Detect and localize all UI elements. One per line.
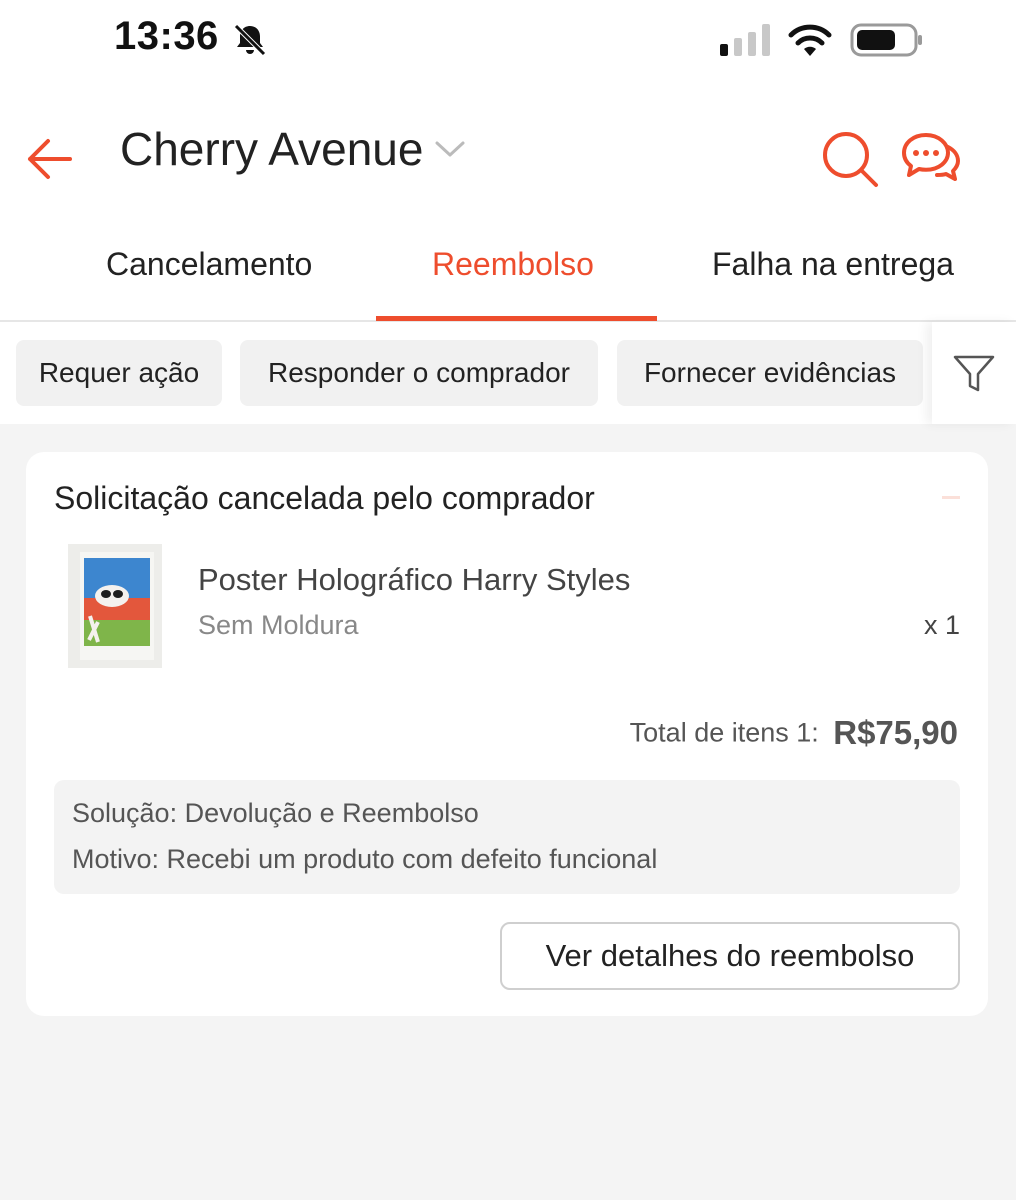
- total-value: R$75,90: [833, 714, 958, 751]
- bell-slash-icon: [234, 24, 266, 56]
- status-bar: 13:36: [0, 0, 1016, 84]
- tab-cancelamento[interactable]: Cancelamento: [106, 246, 312, 283]
- product-quantity: x 1: [923, 610, 960, 640]
- product-thumbnail[interactable]: [68, 544, 162, 668]
- shop-title[interactable]: Cherry Avenue: [120, 122, 423, 176]
- refund-info-box: Solução: Devolução e Reembolso Motivo: R…: [54, 780, 960, 894]
- wifi-icon: [788, 24, 832, 56]
- return-request-card: Solicitação cancelada pelo comprador Pos…: [26, 452, 988, 1016]
- filter-chip-responder-comprador[interactable]: Responder o comprador: [240, 340, 598, 406]
- signal-icon: [720, 24, 770, 56]
- tab-falha-na-entrega[interactable]: Falha na entrega: [712, 246, 954, 283]
- active-tab-indicator: [376, 316, 657, 321]
- product-name: Poster Holográfico Harry Styles: [198, 562, 631, 597]
- product-variation: Sem Moldura: [198, 610, 359, 640]
- tab-reembolso[interactable]: Reembolso: [432, 246, 594, 283]
- card-status-mark: [942, 496, 960, 499]
- chat-icon[interactable]: [900, 130, 964, 186]
- chevron-down-icon[interactable]: [434, 138, 466, 160]
- search-icon[interactable]: [818, 128, 882, 188]
- request-status-title: Solicitação cancelada pelo comprador: [54, 480, 595, 516]
- order-total: Total de itens 1: R$75,90: [630, 714, 958, 752]
- app-header: Cherry Avenue: [0, 100, 1016, 210]
- filter-chip-fornecer-evidencias[interactable]: Fornecer evidências: [617, 340, 923, 406]
- total-label: Total de itens 1:: [629, 717, 819, 748]
- refund-solution: Solução: Devolução e Reembolso: [72, 798, 479, 828]
- view-refund-details-button[interactable]: Ver detalhes do reembolso: [500, 922, 960, 990]
- status-time: 13:36: [114, 14, 219, 58]
- filter-chip-requer-acao[interactable]: Requer ação: [16, 340, 222, 406]
- back-arrow-icon[interactable]: [24, 136, 74, 182]
- tab-bar: Cancelamento Reembolso Falha na entrega: [0, 220, 1016, 322]
- filter-icon: [953, 355, 995, 392]
- refund-reason: Motivo: Recebi um produto com defeito fu…: [72, 844, 658, 874]
- battery-icon: [850, 23, 922, 57]
- filter-bar: Requer ação Responder o comprador Fornec…: [0, 322, 1016, 424]
- filter-button[interactable]: [932, 322, 1016, 424]
